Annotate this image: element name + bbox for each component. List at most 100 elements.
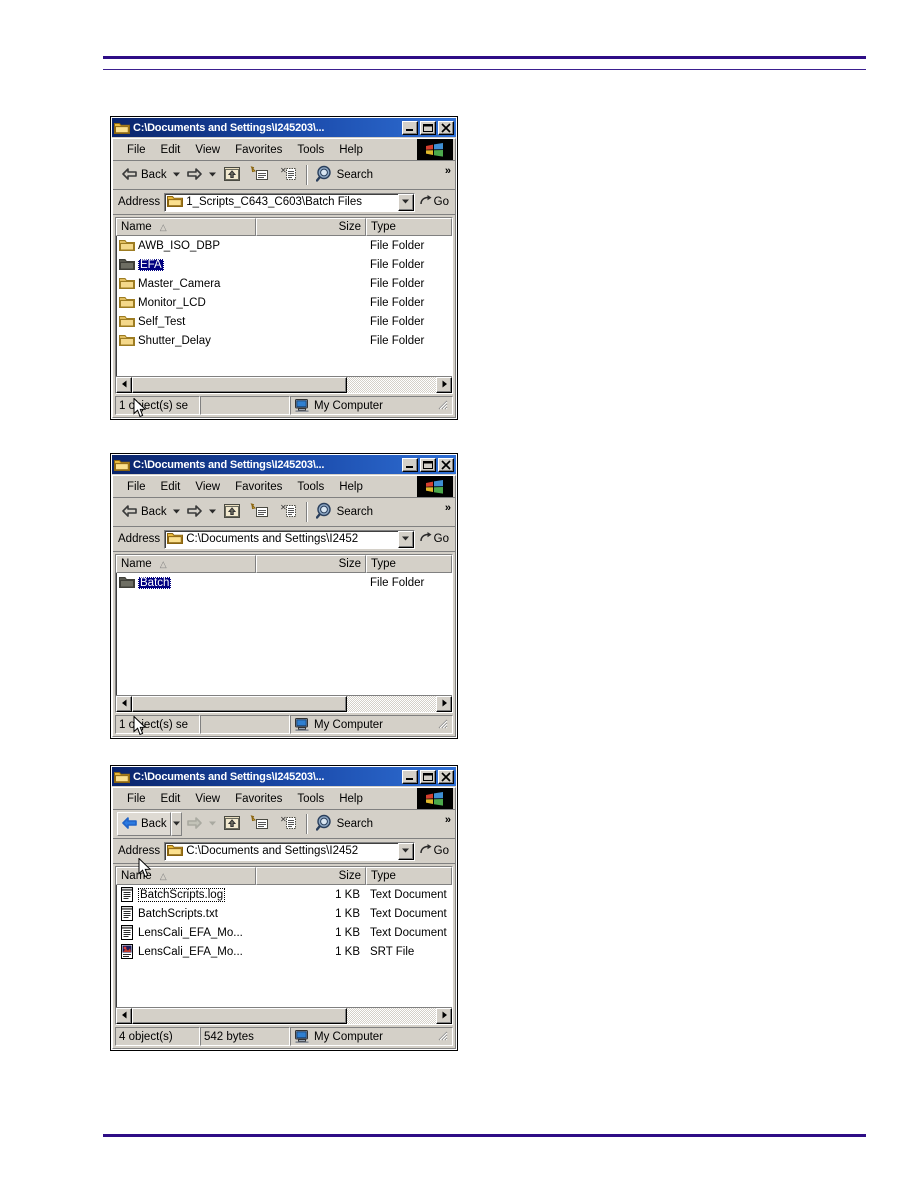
- scrollbar-track[interactable]: [347, 377, 436, 393]
- back-history-dropdown[interactable]: [171, 500, 182, 524]
- scroll-left-button[interactable]: [116, 377, 132, 393]
- scroll-left-button[interactable]: [116, 696, 132, 712]
- address-dropdown-button[interactable]: [397, 530, 414, 548]
- folders-pane-button[interactable]: [246, 163, 274, 187]
- back-button[interactable]: Back: [117, 163, 171, 187]
- scroll-right-button[interactable]: [436, 377, 452, 393]
- go-button[interactable]: Go: [415, 531, 455, 548]
- address-input[interactable]: 1_Scripts_C643_C603\Batch Files: [164, 192, 415, 212]
- scrollbar-thumb[interactable]: [132, 377, 347, 393]
- column-header-type[interactable]: Type: [366, 867, 452, 885]
- menu-item-tools[interactable]: Tools: [290, 143, 332, 157]
- search-button[interactable]: Search: [312, 812, 377, 836]
- close-button[interactable]: [438, 120, 454, 135]
- table-row[interactable]: LensCali_EFA_Mo... 1 KB SRT File: [116, 942, 452, 961]
- horizontal-scrollbar[interactable]: [116, 1007, 452, 1024]
- horizontal-scrollbar[interactable]: [116, 376, 452, 393]
- scrollbar-track[interactable]: [347, 1008, 436, 1024]
- menu-item-tools[interactable]: Tools: [290, 480, 332, 494]
- back-history-dropdown[interactable]: [171, 163, 182, 187]
- title-bar[interactable]: C:\Documents and Settings\I245203\...: [112, 455, 456, 474]
- scroll-right-button[interactable]: [436, 696, 452, 712]
- close-button[interactable]: [438, 457, 454, 472]
- menu-item-edit[interactable]: Edit: [154, 143, 189, 157]
- scrollbar-thumb[interactable]: [132, 696, 347, 712]
- table-row[interactable]: LensCali_EFA_Mo... 1 KB Text Document: [116, 923, 452, 942]
- menu-item-file[interactable]: File: [120, 143, 154, 157]
- scrollbar-track[interactable]: [347, 696, 436, 712]
- title-bar[interactable]: C:\Documents and Settings\I245203\...: [112, 767, 456, 786]
- search-button[interactable]: Search: [312, 500, 377, 524]
- table-row[interactable]: Batch File Folder: [116, 573, 452, 592]
- minimize-button[interactable]: [402, 457, 418, 472]
- forward-button[interactable]: [182, 163, 207, 187]
- back-button[interactable]: Back: [117, 812, 171, 836]
- table-row[interactable]: Master_Camera File Folder: [116, 274, 452, 293]
- views-button[interactable]: ✕: [274, 500, 302, 524]
- forward-history-dropdown[interactable]: [207, 500, 218, 524]
- address-input[interactable]: C:\Documents and Settings\I2452: [164, 841, 415, 861]
- scrollbar-thumb[interactable]: [132, 1008, 347, 1024]
- menu-item-view[interactable]: View: [188, 792, 228, 806]
- column-header-size[interactable]: Size: [256, 218, 366, 236]
- resize-grip[interactable]: [435, 1030, 449, 1043]
- column-header-size[interactable]: Size: [256, 867, 366, 885]
- folders-pane-button[interactable]: [246, 812, 274, 836]
- table-row[interactable]: BatchScripts.log 1 KB Text Document: [116, 885, 452, 904]
- menu-item-favorites[interactable]: Favorites: [228, 480, 290, 494]
- folders-pane-button[interactable]: [246, 500, 274, 524]
- maximize-button[interactable]: [420, 769, 436, 784]
- column-header-name[interactable]: Name △: [116, 218, 256, 236]
- minimize-button[interactable]: [402, 769, 418, 784]
- table-row[interactable]: Monitor_LCD File Folder: [116, 293, 452, 312]
- menu-item-favorites[interactable]: Favorites: [228, 143, 290, 157]
- table-row[interactable]: BatchScripts.txt 1 KB Text Document: [116, 904, 452, 923]
- menu-item-view[interactable]: View: [188, 480, 228, 494]
- forward-history-dropdown[interactable]: [207, 812, 218, 836]
- table-row[interactable]: AWB_ISO_DBP File Folder: [116, 236, 452, 255]
- scroll-right-button[interactable]: [436, 1008, 452, 1024]
- column-header-type[interactable]: Type: [366, 555, 452, 573]
- address-dropdown-button[interactable]: [397, 842, 414, 860]
- minimize-button[interactable]: [402, 120, 418, 135]
- menu-item-help[interactable]: Help: [332, 792, 371, 806]
- menu-item-file[interactable]: File: [120, 792, 154, 806]
- views-button[interactable]: ✕: [274, 163, 302, 187]
- table-row[interactable]: Self_Test File Folder: [116, 312, 452, 331]
- resize-grip[interactable]: [435, 718, 449, 731]
- up-one-level-button[interactable]: [218, 812, 246, 836]
- up-one-level-button[interactable]: [218, 500, 246, 524]
- back-button[interactable]: Back: [117, 500, 171, 524]
- column-header-name[interactable]: Name △: [116, 867, 256, 885]
- table-row[interactable]: Shutter_Delay File Folder: [116, 331, 452, 350]
- maximize-button[interactable]: [420, 457, 436, 472]
- resize-grip[interactable]: [435, 399, 449, 412]
- menu-item-favorites[interactable]: Favorites: [228, 792, 290, 806]
- menu-item-edit[interactable]: Edit: [154, 792, 189, 806]
- column-header-size[interactable]: Size: [256, 555, 366, 573]
- toolbar-overflow-chevron-icon[interactable]: »: [445, 165, 451, 177]
- forward-button[interactable]: [182, 500, 207, 524]
- menu-item-edit[interactable]: Edit: [154, 480, 189, 494]
- go-button[interactable]: Go: [415, 843, 455, 860]
- toolbar-overflow-chevron-icon[interactable]: »: [445, 814, 451, 826]
- menu-item-help[interactable]: Help: [332, 480, 371, 494]
- menu-item-help[interactable]: Help: [332, 143, 371, 157]
- maximize-button[interactable]: [420, 120, 436, 135]
- menu-item-view[interactable]: View: [188, 143, 228, 157]
- menu-item-file[interactable]: File: [120, 480, 154, 494]
- forward-history-dropdown[interactable]: [207, 163, 218, 187]
- toolbar-overflow-chevron-icon[interactable]: »: [445, 502, 451, 514]
- back-history-dropdown[interactable]: [170, 812, 182, 836]
- address-dropdown-button[interactable]: [397, 193, 414, 211]
- column-header-name[interactable]: Name △: [116, 555, 256, 573]
- views-button[interactable]: ✕: [274, 812, 302, 836]
- close-button[interactable]: [438, 769, 454, 784]
- address-input[interactable]: C:\Documents and Settings\I2452: [164, 529, 415, 549]
- search-button[interactable]: Search: [312, 163, 377, 187]
- title-bar[interactable]: C:\Documents and Settings\I245203\...: [112, 118, 456, 137]
- up-one-level-button[interactable]: [218, 163, 246, 187]
- go-button[interactable]: Go: [415, 194, 455, 211]
- scroll-left-button[interactable]: [116, 1008, 132, 1024]
- table-row[interactable]: EFA File Folder: [116, 255, 452, 274]
